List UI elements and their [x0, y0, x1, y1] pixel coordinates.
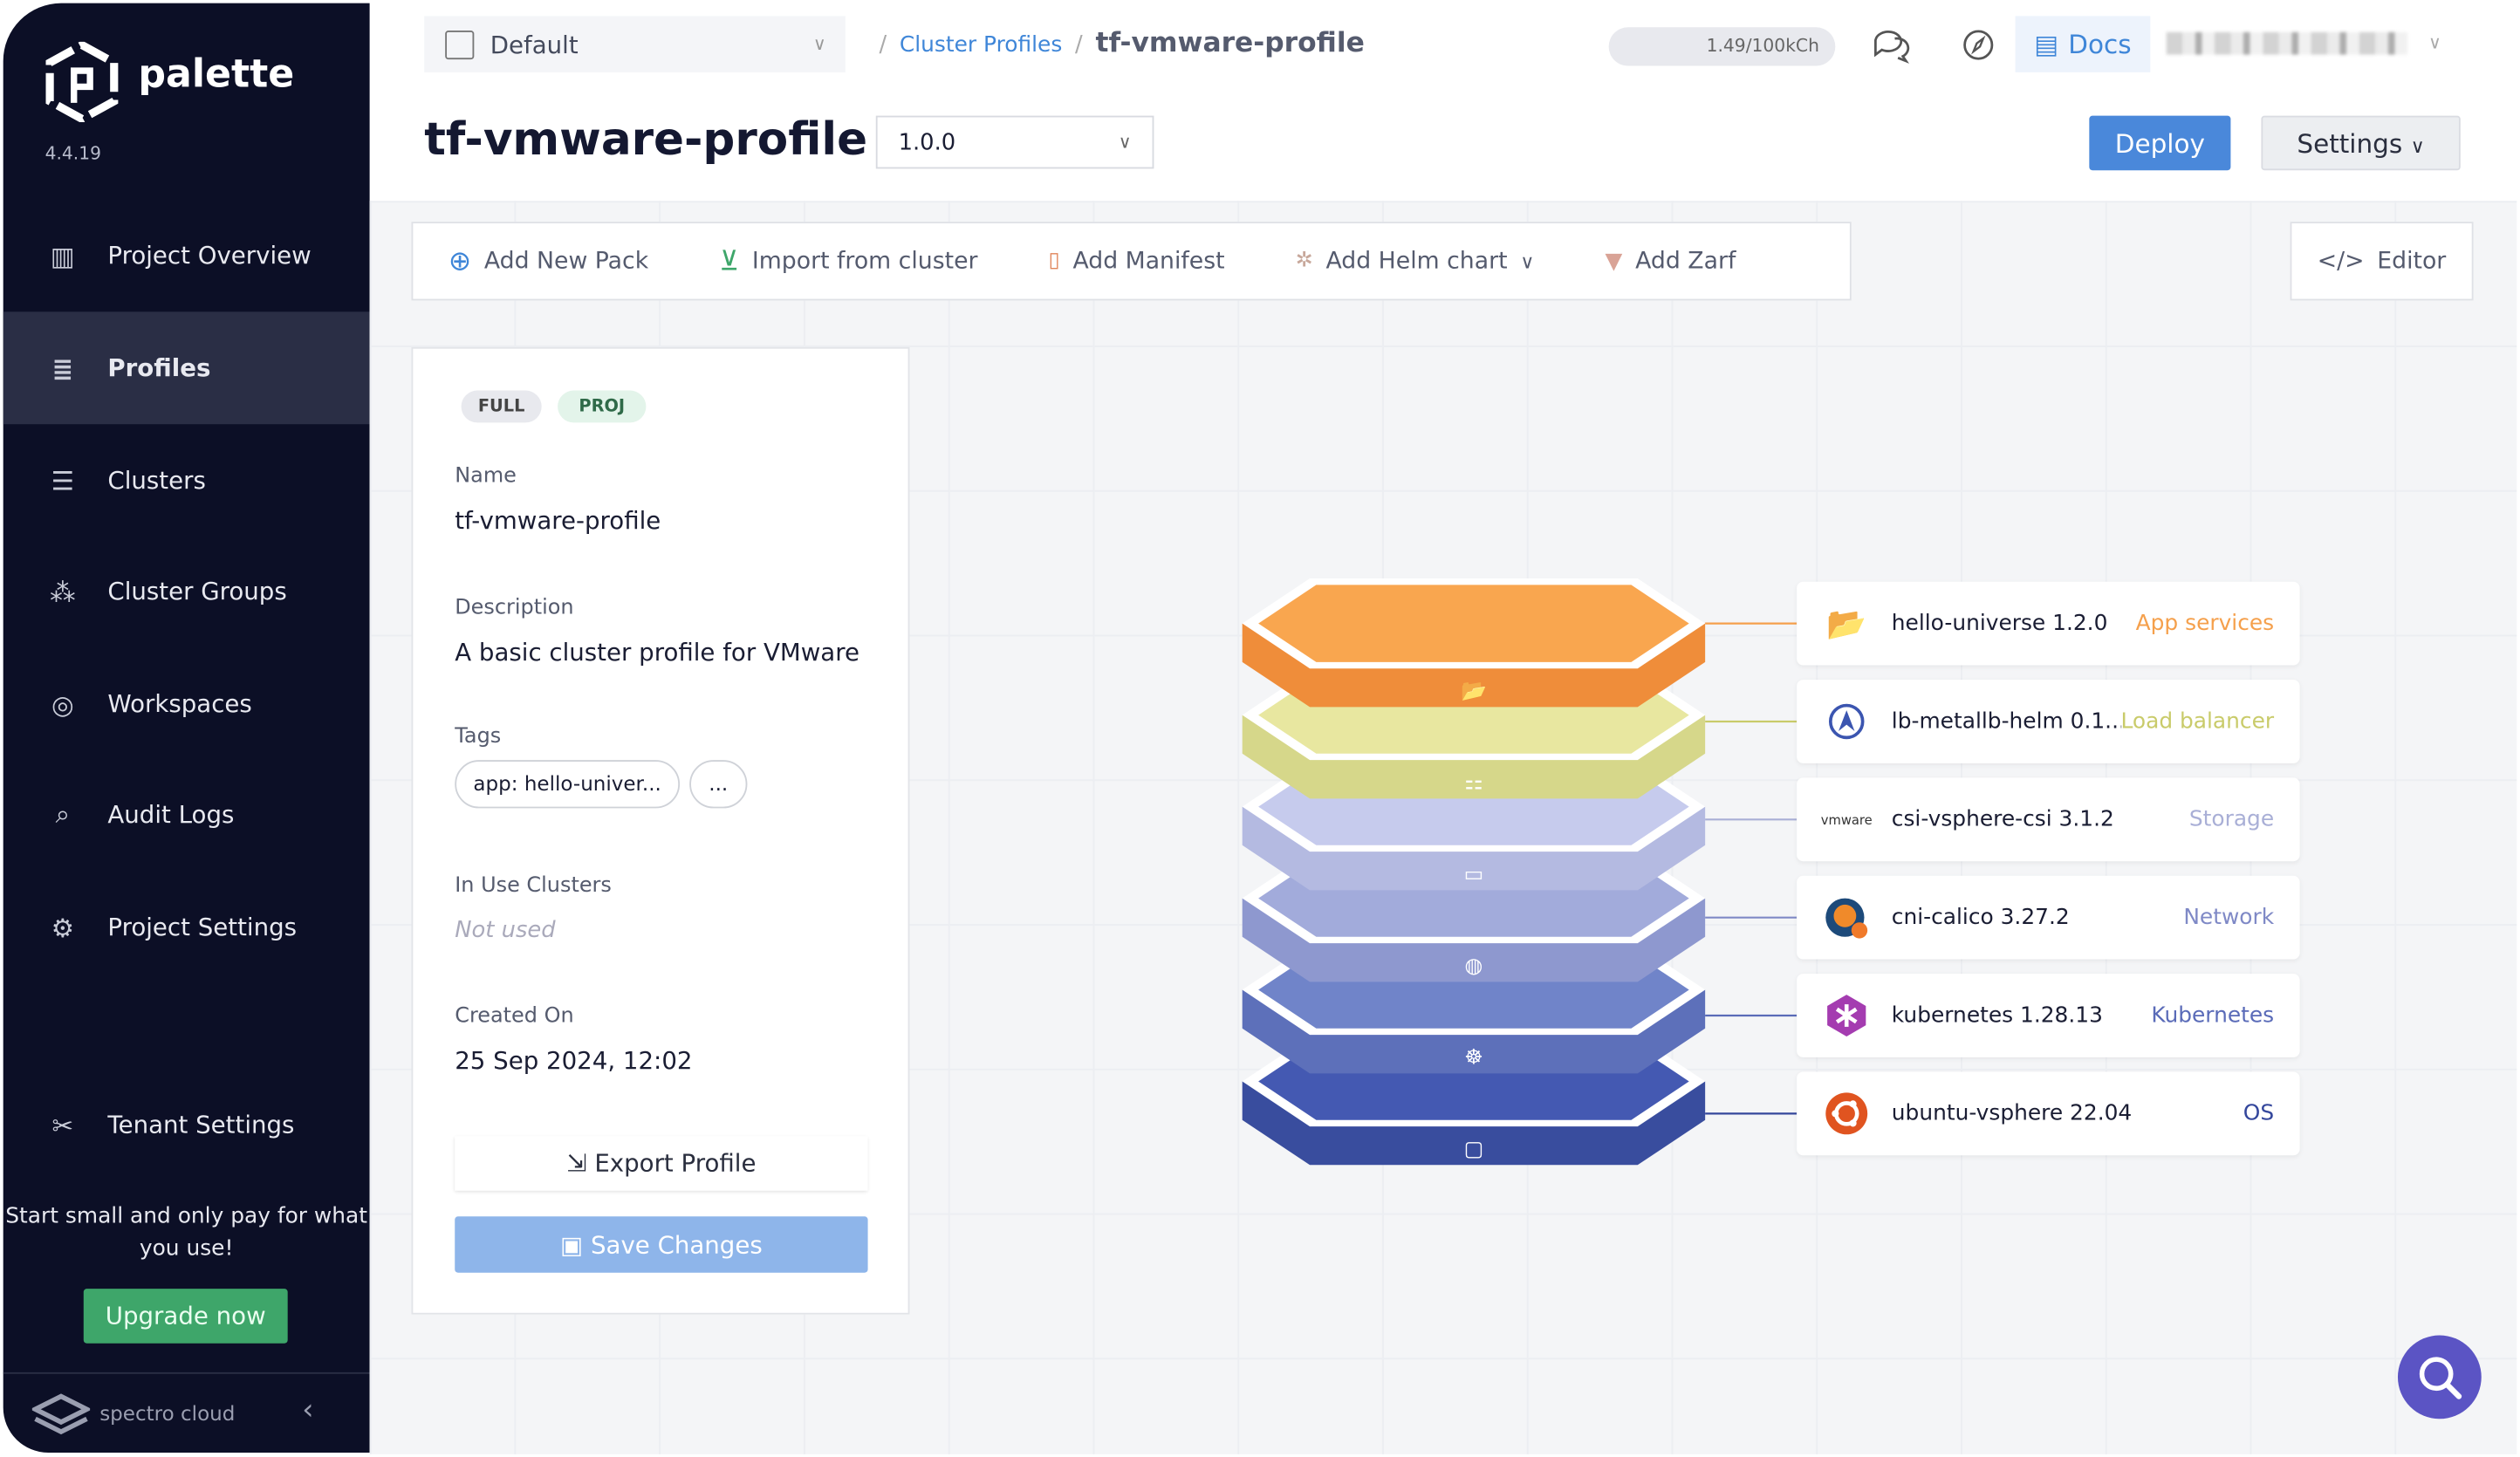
vmware-icon: vmware: [1820, 812, 1873, 827]
search-help-button[interactable]: [2397, 1335, 2482, 1419]
calico-icon: ◍: [1464, 953, 1483, 977]
kubernetes-icon: ☸: [1464, 1044, 1483, 1069]
pack-layer-label: Storage: [2188, 806, 2275, 833]
metallb-icon: ⚏: [1464, 770, 1483, 794]
pack-card[interactable]: cni-calico 3.27.2 Network: [1797, 875, 2300, 960]
pack-layer-label: Load balancer: [2120, 708, 2275, 735]
search-icon: [2419, 1357, 2462, 1399]
pack-card[interactable]: ubuntu-vsphere 22.04 OS: [1797, 1071, 2300, 1156]
pack-card[interactable]: 📂 hello-universe 1.2.0 App services: [1797, 581, 2300, 666]
pack-card[interactable]: vmware csi-vsphere-csi 3.1.2 Storage: [1797, 777, 2300, 862]
pack-layer-label: App services: [2135, 610, 2275, 637]
metallb-icon: [1824, 699, 1869, 744]
pack-name: kubernetes 1.28.13: [1891, 1002, 2103, 1029]
pack-card[interactable]: lb-metallb-helm 0.1... Load balancer: [1797, 680, 2300, 763]
ubuntu-icon: ▢: [1464, 1136, 1484, 1160]
vmware-icon: ▭: [1464, 861, 1484, 886]
folder-icon: 📂: [1461, 678, 1487, 702]
pack-layer-label: Network: [2183, 904, 2275, 931]
pack-layer-label: OS: [2243, 1100, 2275, 1127]
pack-name: csi-vsphere-csi 3.1.2: [1891, 806, 2114, 833]
calico-icon: [1824, 895, 1869, 941]
pack-name: hello-universe 1.2.0: [1891, 610, 2108, 637]
pack-name: cni-calico 3.27.2: [1891, 904, 2070, 931]
folder-icon: 📂: [1826, 604, 1867, 643]
pack-card[interactable]: kubernetes 1.28.13 Kubernetes: [1797, 974, 2300, 1057]
pack-name: lb-metallb-helm 0.1...: [1891, 708, 2121, 735]
pack-layer-label: Kubernetes: [2151, 1002, 2275, 1029]
pack-name: ubuntu-vsphere 22.04: [1891, 1100, 2133, 1127]
kubernetes-icon: [1824, 993, 1869, 1038]
layer-app-services[interactable]: 📂: [1242, 578, 1706, 708]
ubuntu-icon: [1824, 1091, 1869, 1137]
